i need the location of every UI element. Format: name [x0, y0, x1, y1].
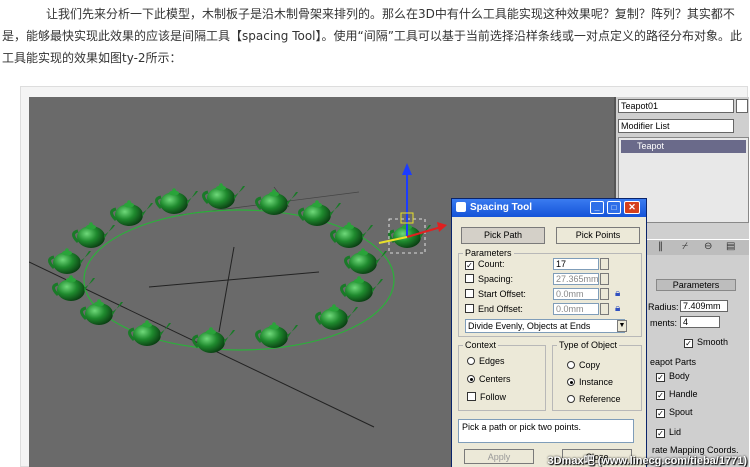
count-field[interactable]: 17 — [553, 258, 599, 270]
body-label: Body — [669, 371, 690, 381]
parameters-group-label: Parameters — [463, 248, 514, 258]
body-checkbox[interactable]: ✓ Body — [656, 371, 690, 382]
radius-label: Radius: — [648, 302, 679, 312]
chevron-down-icon[interactable]: ▼ — [617, 320, 627, 332]
lock-icon[interactable]: 🔒︎ — [615, 288, 620, 299]
handle-checkbox[interactable]: ✓ Handle — [656, 389, 698, 400]
end-offset-checkbox[interactable]: End Offset: — [465, 304, 523, 314]
modifier-list-dropdown[interactable]: Modifier List — [618, 119, 734, 133]
teapot-instance — [155, 186, 200, 216]
figure-frame: Teapot01 Modifier List Teapot ‖ ⌿ ⊖ ▤ Pa… — [20, 86, 749, 467]
type-of-object-group: Type of Object Copy Instance Reference — [552, 340, 642, 411]
end-offset-label: End Offset: — [478, 304, 523, 314]
spout-label: Spout — [669, 407, 693, 417]
teapot-instance — [110, 198, 155, 228]
start-offset-spinner[interactable] — [600, 288, 609, 300]
count-label: Count: — [478, 259, 505, 269]
copy-label: Copy — [579, 360, 601, 370]
centers-label: Centers — [479, 374, 511, 384]
edges-radio[interactable]: Edges — [467, 356, 505, 366]
end-offset-field[interactable]: 0.0mm — [553, 303, 599, 315]
teapot-instance — [255, 320, 300, 350]
remove-modifier-icon[interactable]: ⊖ — [704, 241, 712, 252]
teapot-instance — [340, 274, 385, 304]
maximize-icon[interactable]: □ — [607, 201, 621, 214]
distribution-dropdown[interactable]: Divide Evenly, Objects at Ends — [465, 319, 625, 333]
teapot-instance — [192, 325, 237, 355]
spacing-tool-dialog: Spacing Tool _ □ ✕ Pick Path Pick Points… — [451, 198, 647, 467]
minimize-icon[interactable]: _ — [590, 201, 604, 214]
teapot-instance — [72, 220, 117, 250]
count-checkbox[interactable]: ✓ Count: — [465, 259, 505, 270]
spacing-label: Spacing: — [478, 274, 514, 284]
gizmo-z-arrow — [402, 163, 412, 175]
context-group: Context Edges Centers Follow — [458, 340, 546, 411]
teapot-instance — [202, 181, 247, 211]
pin-stack-icon[interactable]: ‖ — [658, 241, 663, 252]
instance-radio[interactable]: Instance — [567, 377, 613, 387]
gizmo-x-arrow — [437, 222, 447, 232]
configure-sets-icon[interactable]: ▤ — [726, 241, 735, 252]
count-spinner[interactable] — [600, 258, 609, 270]
teapot-instance — [315, 302, 360, 332]
pick-path-button[interactable]: Pick Path — [461, 227, 545, 244]
centers-radio[interactable]: Centers — [467, 374, 511, 384]
max-screenshot: Teapot01 Modifier List Teapot ‖ ⌿ ⊖ ▤ Pa… — [29, 97, 749, 467]
status-text: Pick a path or pick two points. — [458, 419, 634, 443]
end-offset-spinner[interactable] — [600, 303, 609, 315]
parameters-rollout-title[interactable]: Parameters — [656, 279, 736, 291]
follow-label: Follow — [480, 392, 507, 402]
show-end-result-icon[interactable]: ⌿ — [682, 241, 688, 252]
pick-points-button[interactable]: Pick Points — [556, 227, 640, 244]
smooth-label: Smooth — [697, 337, 729, 347]
context-group-label: Context — [463, 340, 499, 350]
segments-field[interactable]: 4 — [680, 316, 720, 328]
dialog-title: Spacing Tool — [470, 202, 533, 213]
follow-checkbox[interactable]: Follow — [467, 392, 506, 402]
start-offset-label: Start Offset: — [478, 289, 526, 299]
copy-radio[interactable]: Copy — [567, 360, 600, 370]
teapot-instance — [48, 246, 93, 276]
app-icon — [456, 202, 466, 212]
smooth-checkbox[interactable]: ✓ Smooth — [684, 337, 728, 348]
spacing-field[interactable]: 27.365mm — [553, 273, 599, 285]
edges-label: Edges — [479, 356, 505, 366]
teapot-instance — [80, 297, 125, 327]
object-color-swatch[interactable] — [736, 99, 748, 113]
watermark: 3Dmax吧 (www.linecg.com/tieba/1771) — [547, 455, 748, 467]
modifier-stack-item[interactable]: Teapot — [621, 140, 746, 153]
spout-checkbox[interactable]: ✓ Spout — [656, 407, 693, 418]
start-offset-checkbox[interactable]: Start Offset: — [465, 289, 526, 299]
teapot-parts-label: eapot Parts — [650, 357, 697, 367]
handle-label: Handle — [669, 389, 698, 399]
type-of-object-label: Type of Object — [557, 340, 620, 350]
article-paragraph: 让我们先来分析一下此模型，木制板子是沿木制骨架来排列的。那么在3D中有什么工具能… — [2, 7, 742, 65]
instance-label: Instance — [579, 377, 614, 387]
start-offset-field[interactable]: 0.0mm — [553, 288, 599, 300]
dialog-titlebar[interactable]: Spacing Tool _ □ ✕ — [452, 199, 646, 217]
teapot-instance — [298, 198, 343, 228]
reference-radio[interactable]: Reference — [567, 394, 621, 404]
lid-checkbox[interactable]: ✓ Lid — [656, 427, 681, 438]
radius-field[interactable]: 7.409mm — [680, 300, 728, 312]
close-icon[interactable]: ✕ — [624, 201, 640, 214]
segments-label: ments: — [650, 318, 678, 328]
spacing-spinner[interactable] — [600, 273, 609, 285]
apply-button[interactable]: Apply — [464, 449, 534, 464]
spacing-checkbox[interactable]: Spacing: — [465, 274, 513, 284]
lid-label: Lid — [669, 427, 682, 437]
lock-icon[interactable]: 🔒︎ — [615, 303, 620, 314]
object-name-field[interactable]: Teapot01 — [618, 99, 734, 113]
parameters-group: Parameters ✓ Count: 17 Spacing: 27.365mm … — [458, 248, 642, 337]
reference-label: Reference — [579, 394, 621, 404]
